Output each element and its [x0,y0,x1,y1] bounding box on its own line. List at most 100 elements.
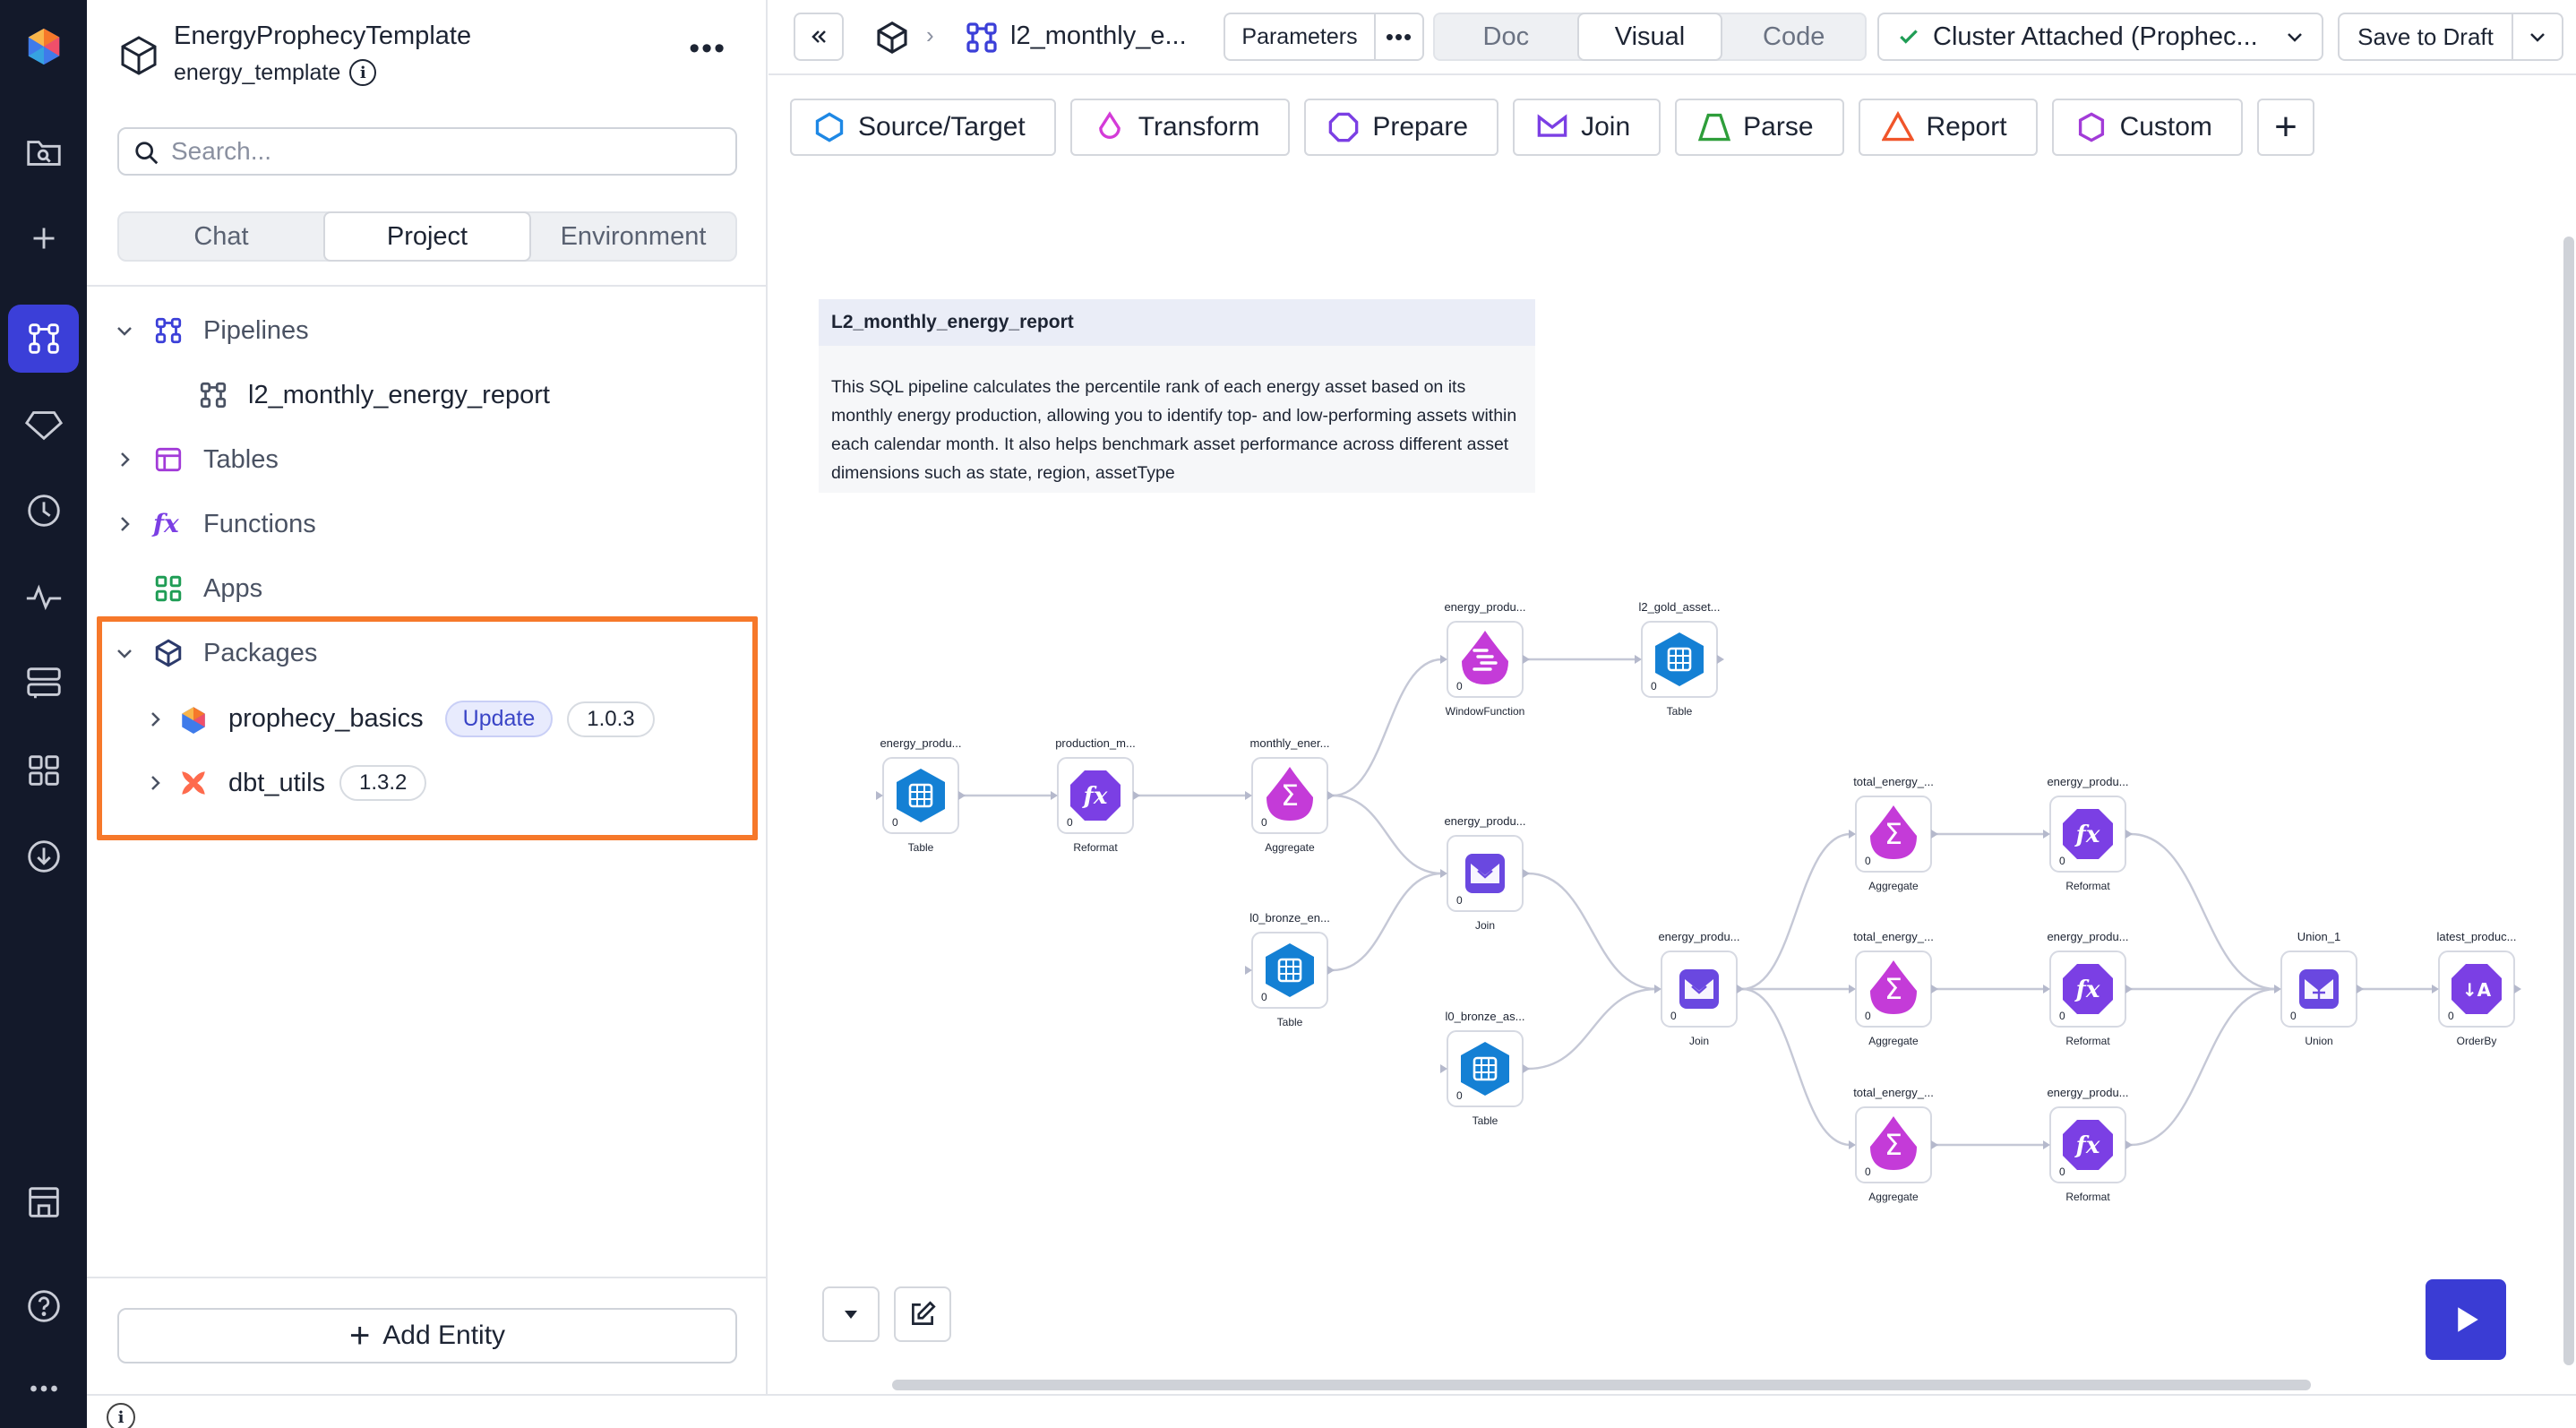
port-in-icon[interactable] [2432,985,2439,994]
gem-prepare-button[interactable]: Prepare [1304,99,1499,156]
more-icon[interactable] [8,1355,79,1423]
tree-item-pipeline-l2[interactable]: l2_monthly_energy_report [198,380,550,410]
port-in-icon[interactable] [1849,830,1856,839]
gem-node-join[interactable]: 0 energy_produ... Join [1654,930,1744,1047]
gem-node-aggregate[interactable]: Σ 0 total_energy_... Aggregate [1849,930,1938,1047]
add-gem-button[interactable]: + [2256,99,2314,156]
gem-node-reformat[interactable]: fx 0 energy_produ... Reformat [2043,775,2133,892]
tree-item-apps[interactable]: Apps [153,573,262,604]
parameters-button[interactable]: Parameters [1224,13,1376,61]
port-in-icon[interactable] [1635,655,1642,664]
port-out-icon[interactable] [1327,966,1335,975]
help-icon[interactable] [8,1272,79,1340]
cluster-dropdown[interactable]: Cluster Attached (Prophec... [1877,13,2323,61]
gem-node-table[interactable]: 0 l0_bronze_en... Table [1245,911,1335,1028]
apps-grid-icon[interactable] [8,736,79,804]
vertical-scrollbar[interactable] [2563,237,2574,1365]
package-icon[interactable] [874,20,910,56]
store-icon[interactable] [8,1168,79,1236]
port-in-icon[interactable] [1051,791,1058,800]
port-out-icon[interactable] [1523,655,1530,664]
port-out-icon[interactable] [1327,791,1335,800]
port-in-icon[interactable] [1440,1064,1447,1073]
folder-search-icon[interactable] [8,118,79,186]
port-out-icon[interactable] [1133,791,1140,800]
port-out-icon[interactable] [1931,830,1938,839]
port-in-icon[interactable] [1849,985,1856,994]
gem-node-reformat[interactable]: fx 0 energy_produ... Reformat [2043,930,2133,1047]
port-out-icon[interactable] [1931,985,1938,994]
project-more-icon[interactable]: ••• [689,33,726,64]
port-out-icon[interactable] [2357,985,2364,994]
gem-parse-button[interactable]: Parse [1675,99,1844,156]
gem-join-button[interactable]: Join [1513,99,1662,156]
edit-note-button[interactable] [894,1286,951,1342]
tree-item-functions[interactable]: fx Functions [114,509,316,539]
port-out-icon[interactable] [2125,985,2133,994]
more-icon[interactable]: ••• [1374,13,1424,61]
port-in-icon[interactable] [2043,1140,2050,1149]
gem-node-table[interactable]: 0 energy_produ... Table [876,736,966,854]
port-in-icon[interactable] [2043,830,2050,839]
plus-icon[interactable] [8,204,79,272]
download-icon[interactable] [8,822,79,890]
search-input[interactable]: Search... [117,127,737,176]
port-in-icon[interactable] [876,791,883,800]
port-in-icon[interactable] [1245,791,1252,800]
port-out-icon[interactable] [1523,1064,1530,1073]
gem-source-target-button[interactable]: Source/Target [790,99,1056,156]
collapse-panel-button[interactable] [794,13,844,61]
logo-icon[interactable] [8,13,79,81]
port-out-icon[interactable] [2514,985,2521,994]
canvas-options-button[interactable] [822,1286,880,1342]
gem-custom-button[interactable]: Custom [2051,99,2243,156]
gem-node-aggregate[interactable]: Σ 0 total_energy_... Aggregate [1849,775,1938,892]
port-in-icon[interactable] [2274,985,2281,994]
gem-node-window[interactable]: 0 energy_produ... WindowFunction [1440,600,1530,718]
pipeline-description-note[interactable]: L2_monthly_energy_report This SQL pipeli… [819,299,1535,493]
monitor-icon[interactable] [8,649,79,717]
gem-report-button[interactable]: Report [1858,99,2038,156]
port-in-icon[interactable] [1654,985,1662,994]
port-out-icon[interactable] [1523,869,1530,878]
gem-icon[interactable] [8,391,79,459]
tree-item-tables[interactable]: Tables [114,444,279,475]
port-out-icon[interactable] [1737,985,1744,994]
port-out-icon[interactable] [1931,1140,1938,1149]
gem-node-union[interactable]: 0 Union_1 Union [2274,930,2364,1047]
port-in-icon[interactable] [1440,869,1447,878]
view-code[interactable]: Code [1722,14,1865,59]
save-options-button[interactable] [2512,13,2563,61]
pipeline-title[interactable]: l2_monthly_e... [1010,22,1187,51]
gem-node-aggregate[interactable]: Σ 0 monthly_ener... Aggregate [1245,736,1335,854]
gem-node-join[interactable]: 0 energy_produ... Join [1440,814,1530,932]
port-out-icon[interactable] [958,791,966,800]
port-out-icon[interactable] [2125,1140,2133,1149]
port-out-icon[interactable] [1717,655,1724,664]
gem-node-table[interactable]: 0 l0_bronze_as... Table [1440,1010,1530,1127]
tree-item-pipelines[interactable]: Pipelines [114,315,309,346]
gem-node-aggregate[interactable]: Σ 0 total_energy_... Aggregate [1849,1086,1938,1203]
tab-environment[interactable]: Environment [531,213,735,260]
gem-node-table[interactable]: 0 l2_gold_asset... Table [1635,600,1724,718]
view-doc[interactable]: Doc [1435,14,1577,59]
gem-node-orderby[interactable]: ↓A 0 latest_produc... OrderBy [2432,930,2521,1047]
port-in-icon[interactable] [2043,985,2050,994]
history-icon[interactable] [8,477,79,545]
gem-node-reformat[interactable]: fx 0 production_m... Reformat [1051,736,1140,854]
view-visual[interactable]: Visual [1576,13,1723,61]
horizontal-scrollbar[interactable] [892,1380,2311,1390]
gem-transform-button[interactable]: Transform [1069,99,1291,156]
gem-node-reformat[interactable]: fx 0 energy_produ... Reformat [2043,1086,2133,1203]
run-button[interactable] [2426,1279,2506,1360]
save-to-draft-button[interactable]: Save to Draft [2338,13,2513,61]
port-in-icon[interactable] [1440,655,1447,664]
port-in-icon[interactable] [1245,966,1252,975]
info-icon[interactable]: i [349,59,377,86]
port-in-icon[interactable] [1849,1140,1856,1149]
pipeline-icon[interactable] [8,305,79,373]
tab-chat[interactable]: Chat [119,213,323,260]
tab-project[interactable]: Project [323,211,531,262]
pulse-icon[interactable] [8,563,79,631]
info-icon[interactable]: i [107,1403,135,1428]
